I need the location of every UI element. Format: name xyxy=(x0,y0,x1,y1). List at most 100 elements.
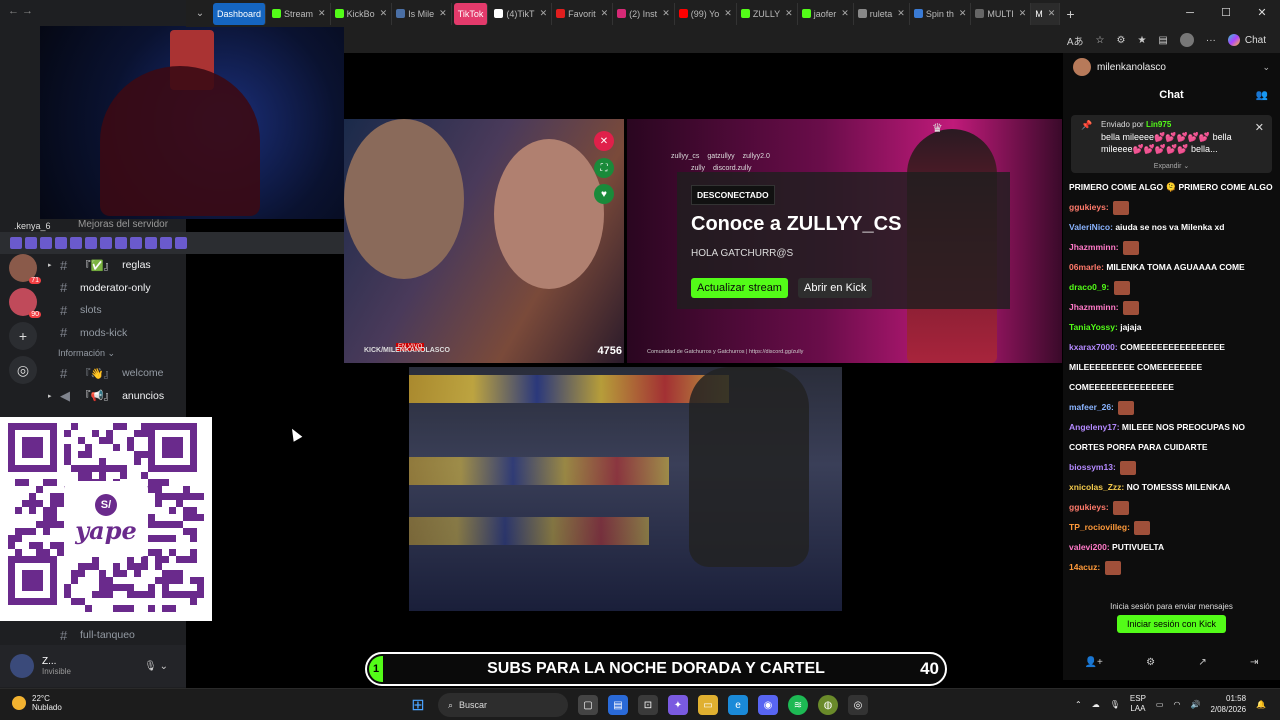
live-stream-tile[interactable]: EN VIVO KICK/MILENKANOLASCO 4756 xyxy=(344,119,624,363)
chat-username[interactable]: valevi200: xyxy=(1069,542,1110,552)
weather-widget[interactable]: 22°C Nublado xyxy=(12,694,62,712)
favorites-icon[interactable]: ★ xyxy=(1137,35,1146,46)
browser-tab[interactable]: KickBo ✕ xyxy=(331,2,393,25)
browser-tab[interactable]: Spin th ✕ xyxy=(910,2,972,25)
display-icon[interactable]: ▭ xyxy=(1156,700,1164,709)
chat-username[interactable]: Angeleny17: xyxy=(1069,422,1120,432)
star-icon[interactable]: ☆ xyxy=(1096,35,1105,46)
close-tab-icon[interactable]: ✕ xyxy=(318,8,326,19)
server-boosts-label[interactable]: Mejoras del servidor xyxy=(78,219,168,230)
category-informacion[interactable]: Información ⌄ xyxy=(48,344,186,362)
emoji-icon[interactable] xyxy=(25,237,37,249)
pinned-message[interactable]: 📌 Enviado por Lin975 bella mileeee💕💕💕💕💕 … xyxy=(1071,115,1272,173)
channel-welcome[interactable]: # 『👋』 welcome xyxy=(48,362,186,385)
emoji-icon[interactable] xyxy=(130,237,142,249)
channel-reglas[interactable]: ▸ # 『✅』 reglas xyxy=(48,254,186,277)
users-icon[interactable]: 👥 xyxy=(1256,90,1268,101)
taskbar-search[interactable]: ⌕ Buscar xyxy=(438,693,568,717)
more-icon[interactable]: ··· xyxy=(1206,35,1216,46)
close-tab-icon[interactable]: ✕ xyxy=(662,8,670,19)
back-forward-icons[interactable]: ← → xyxy=(8,5,33,17)
browser-tab[interactable]: MULTI ✕ xyxy=(971,2,1032,25)
close-tab-icon[interactable]: ✕ xyxy=(959,8,967,19)
chat-username[interactable]: kxarax7000: xyxy=(1069,342,1118,352)
avatar[interactable] xyxy=(10,654,34,678)
cloud-icon[interactable]: ☁ xyxy=(1092,700,1100,709)
close-icon[interactable]: ✕ xyxy=(1244,0,1280,27)
browser-tab[interactable]: TikTok xyxy=(453,2,489,25)
channel-full-tanqueo[interactable]: # full-tanqueo xyxy=(48,624,135,647)
browser-tab[interactable]: ruleta ✕ xyxy=(854,2,910,25)
microphone-icon[interactable]: 🎙 xyxy=(1110,700,1120,709)
chat-username[interactable]: 06marle: xyxy=(1069,262,1104,272)
close-tab-icon[interactable]: ✕ xyxy=(724,8,732,19)
chevron-down-icon[interactable]: ⌄ xyxy=(1262,62,1270,73)
fullscreen-icon[interactable]: ⛶ xyxy=(594,158,614,178)
channel-slots[interactable]: # slots xyxy=(48,299,186,322)
emoji-icon[interactable] xyxy=(175,237,187,249)
browser-tab[interactable]: Is Mile ✕ xyxy=(392,2,452,25)
tab-search-icon[interactable]: ⌄ xyxy=(189,4,211,24)
close-tab-icon[interactable]: ✕ xyxy=(601,8,609,19)
minimize-icon[interactable]: ─ xyxy=(1172,0,1208,27)
close-tab-icon[interactable]: ✕ xyxy=(1048,8,1056,19)
browser-tab[interactable]: Stream ✕ xyxy=(268,2,331,25)
gear-icon[interactable]: ⚙ xyxy=(1146,657,1155,668)
store-icon[interactable]: ⊡ xyxy=(638,695,658,715)
plus-icon[interactable]: + xyxy=(1066,6,1074,22)
discord-icon[interactable]: ◉ xyxy=(758,695,778,715)
browser-tab[interactable]: Favorit ✕ xyxy=(552,2,614,25)
emoji-icon[interactable] xyxy=(145,237,157,249)
copilot-chat-button[interactable]: Chat xyxy=(1227,34,1266,46)
windows-start-icon[interactable]: ⊞ xyxy=(408,695,428,715)
browser-tab[interactable]: (2) Inst ✕ xyxy=(613,2,675,25)
task-view-icon[interactable]: ▢ xyxy=(578,695,598,715)
close-tab-icon[interactable]: ✕ xyxy=(897,8,905,19)
server-icon[interactable]: 90 xyxy=(9,288,41,318)
edge-icon[interactable]: e xyxy=(728,695,748,715)
clock[interactable]: 01:58 2/08/2026 xyxy=(1210,693,1246,715)
browser-tab[interactable]: M ✕ xyxy=(1031,2,1061,25)
browser-tab[interactable]: ZULLY ✕ xyxy=(737,2,798,25)
close-tab-icon[interactable]: ✕ xyxy=(1019,8,1027,19)
close-tile-icon[interactable]: ✕ xyxy=(594,131,614,151)
user-panel[interactable]: Z... Invisible 🎙 ⌄ xyxy=(0,645,186,687)
close-tab-icon[interactable]: ✕ xyxy=(785,8,793,19)
emoji-icon[interactable] xyxy=(100,237,112,249)
close-tab-icon[interactable]: ✕ xyxy=(540,8,548,19)
emoji-icon[interactable] xyxy=(115,237,127,249)
chat-channel-header[interactable]: milenkanolasco ⌄ xyxy=(1063,53,1280,81)
close-icon[interactable]: ✕ xyxy=(1255,121,1264,134)
open-in-kick-button[interactable]: Abrir en Kick xyxy=(798,278,873,298)
refresh-stream-button[interactable]: Actualizar stream xyxy=(691,278,788,298)
profile-avatar[interactable] xyxy=(1179,33,1194,47)
expand-button[interactable]: Expandir ⌄ xyxy=(1154,162,1189,170)
volume-icon[interactable]: 🔊 xyxy=(1190,700,1200,709)
chat-username[interactable]: ggukieys: xyxy=(1069,502,1109,512)
close-tab-icon[interactable]: ✕ xyxy=(841,8,849,19)
channel-moderator-only[interactable]: # moderator-only xyxy=(48,277,186,300)
browser-tab[interactable]: Dashboard xyxy=(213,2,267,25)
emoji-icon[interactable] xyxy=(10,237,22,249)
chat-username[interactable]: Jhazmminn: xyxy=(1069,302,1119,312)
emoji-icon[interactable] xyxy=(55,237,67,249)
browser-tab[interactable]: jaofer ✕ xyxy=(798,2,854,25)
chevron-up-icon[interactable]: ⌃ xyxy=(1075,700,1082,709)
folder-icon[interactable]: ▭ xyxy=(698,695,718,715)
wifi-icon[interactable]: ◠ xyxy=(1173,700,1180,709)
obs-icon[interactable]: ◎ xyxy=(848,695,868,715)
emoji-icon[interactable] xyxy=(70,237,82,249)
share-icon[interactable]: ↗ xyxy=(1198,657,1206,668)
channel-mods-kick[interactable]: # mods-kick xyxy=(48,322,186,345)
server-icon[interactable]: 71 xyxy=(9,254,41,284)
heart-icon[interactable]: ♥ xyxy=(594,184,614,204)
add-server-icon[interactable]: + xyxy=(9,322,37,350)
emoji-icon[interactable] xyxy=(160,237,172,249)
add-user-icon[interactable]: 👤+ xyxy=(1085,657,1103,668)
collections-icon[interactable]: ▤ xyxy=(1158,35,1167,46)
chat-username[interactable]: mafeer_26: xyxy=(1069,402,1114,412)
chat-username[interactable]: Jhazmminn: xyxy=(1069,242,1119,252)
chat-username[interactable]: TP_rociovilleg: xyxy=(1069,522,1130,532)
notepad-icon[interactable]: ▤ xyxy=(608,695,628,715)
logout-icon[interactable]: ⇥ xyxy=(1250,657,1258,668)
